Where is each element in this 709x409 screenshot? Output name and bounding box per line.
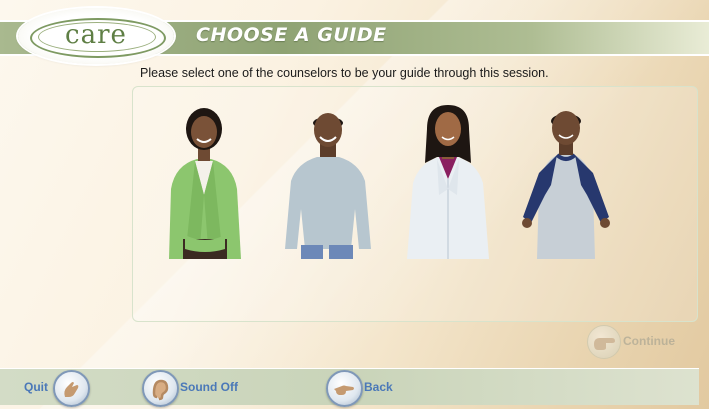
sound-off-label: Sound Off (180, 380, 238, 394)
counselor-2[interactable] (279, 99, 377, 259)
ear-icon (142, 370, 179, 407)
quit-hand-icon (53, 370, 90, 407)
continue-hand-icon (587, 325, 621, 359)
back-hand-icon (326, 370, 363, 407)
quit-label: Quit (24, 380, 48, 394)
care-logo: care (18, 8, 174, 64)
page-title: CHOOSE A GUIDE (196, 24, 387, 46)
continue-button[interactable]: Continue (587, 325, 687, 359)
back-label: Back (364, 380, 393, 394)
counselor-man-raglan-shirt-icon (522, 111, 610, 259)
counselor-3[interactable] (399, 99, 497, 259)
counselor-man-grey-sweater-icon (285, 113, 371, 259)
continue-label: Continue (623, 334, 675, 348)
counselor-panel (132, 86, 698, 322)
quit-button[interactable]: Quit (24, 370, 94, 407)
instruction-text: Please select one of the counselors to b… (140, 66, 549, 80)
logo-text: care (65, 20, 127, 50)
sound-off-button[interactable]: Sound Off (140, 370, 260, 407)
counselor-woman-green-jacket-icon (169, 108, 241, 259)
counselor-1[interactable] (155, 99, 253, 259)
counselor-4[interactable] (517, 99, 615, 259)
counselor-woman-white-coat-icon (407, 105, 489, 259)
back-button[interactable]: Back (326, 370, 406, 407)
